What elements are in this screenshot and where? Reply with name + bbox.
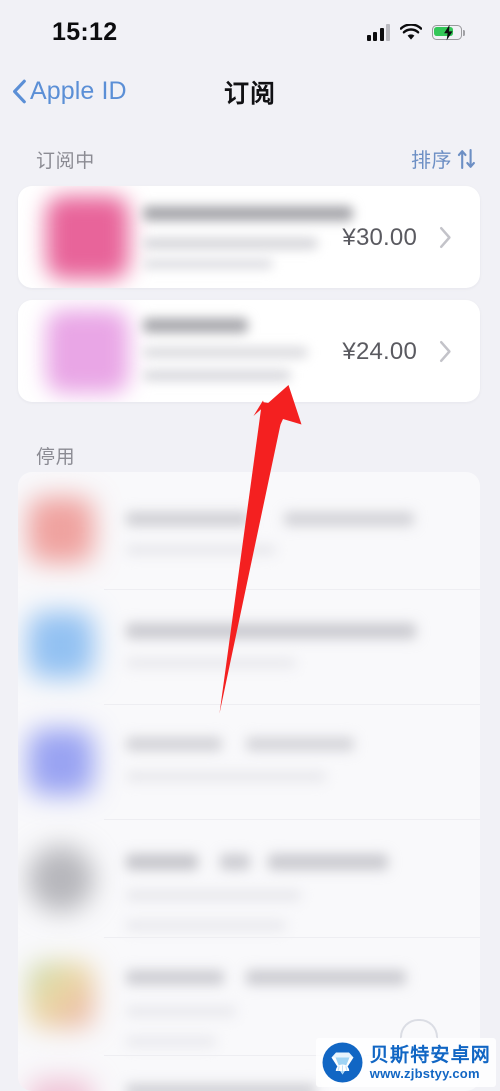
wifi-icon [400, 23, 422, 40]
subscription-detail2-blurred [143, 370, 291, 381]
bestie-shell-logo-icon [322, 1042, 363, 1083]
status-bar-icons [366, 20, 466, 44]
detail2-blurred [126, 1036, 216, 1047]
page-title: 订阅 [223, 80, 276, 108]
subscription-detail-blurred [143, 347, 308, 358]
app-icon [28, 612, 94, 678]
app-icon [28, 729, 94, 795]
active-section-header: 订阅中 排序 [0, 146, 500, 176]
watermark-texts: 贝斯特安卓网 www.zjbstyy.com [370, 1045, 491, 1081]
active-section-title: 订阅中 [36, 151, 95, 172]
detail-blurred [126, 545, 276, 555]
app-icon [28, 846, 94, 912]
subscription-detail2-blurred [143, 259, 273, 269]
title-blurred [126, 737, 222, 751]
subscription-price: ¥30.00 [342, 224, 417, 251]
title-blurred [126, 854, 198, 870]
title2-blurred [246, 737, 354, 751]
watermark: 贝斯特安卓网 www.zjbstyy.com [315, 1038, 496, 1087]
disabled-section-header: 停用 [0, 442, 500, 472]
title-blurred [126, 623, 416, 639]
title2-blurred [284, 512, 414, 526]
list-item[interactable] [18, 590, 480, 705]
title-blurred [126, 1084, 316, 1091]
subscription-card[interactable]: ¥30.00 [18, 186, 480, 288]
title3-blurred [268, 854, 388, 870]
chevron-right-icon [439, 226, 451, 249]
disabled-subscriptions-list [18, 472, 480, 1091]
sort-arrows-icon [457, 148, 475, 169]
battery-charging-icon [432, 24, 466, 41]
sort-button-label: 排序 [411, 150, 452, 172]
app-icon [28, 497, 94, 563]
status-bar: 15:12 [0, 0, 500, 62]
subscription-name-blurred [143, 206, 353, 221]
detail-blurred [126, 771, 326, 782]
app-icon [28, 962, 94, 1028]
disabled-section-title: 停用 [36, 447, 76, 468]
subscription-app-icon [46, 310, 129, 393]
cellular-signal-icon [366, 23, 390, 41]
subscription-detail-blurred [143, 238, 318, 249]
chevron-right-icon [439, 340, 451, 363]
list-item[interactable] [18, 705, 480, 820]
status-time: 15:12 [52, 18, 118, 46]
app-icon [28, 1078, 94, 1091]
detail2-blurred [126, 920, 286, 931]
detail-blurred [126, 658, 296, 668]
watermark-site-name: 贝斯特安卓网 [369, 1044, 491, 1066]
list-item[interactable] [18, 820, 480, 938]
title-blurred [126, 970, 224, 985]
title-blurred [126, 512, 250, 526]
subscription-name-blurred [143, 318, 248, 333]
detail-blurred [126, 890, 301, 901]
detail-blurred [126, 1006, 236, 1017]
watermark-url: www.zjbstyy.com [369, 1065, 480, 1081]
title2-blurred [220, 854, 250, 870]
subscription-app-icon [46, 196, 129, 279]
phone-screen: 15:12 Apple ID 订阅 订阅中 排序 ¥30.00 ¥24.00 停… [0, 0, 500, 1091]
list-item[interactable] [18, 472, 480, 590]
subscription-card[interactable]: ¥24.00 [18, 300, 480, 402]
navigation-bar: Apple ID 订阅 [0, 62, 500, 124]
title2-blurred [246, 970, 406, 985]
subscription-price: ¥24.00 [342, 338, 417, 365]
sort-button[interactable]: 排序 [411, 144, 476, 173]
